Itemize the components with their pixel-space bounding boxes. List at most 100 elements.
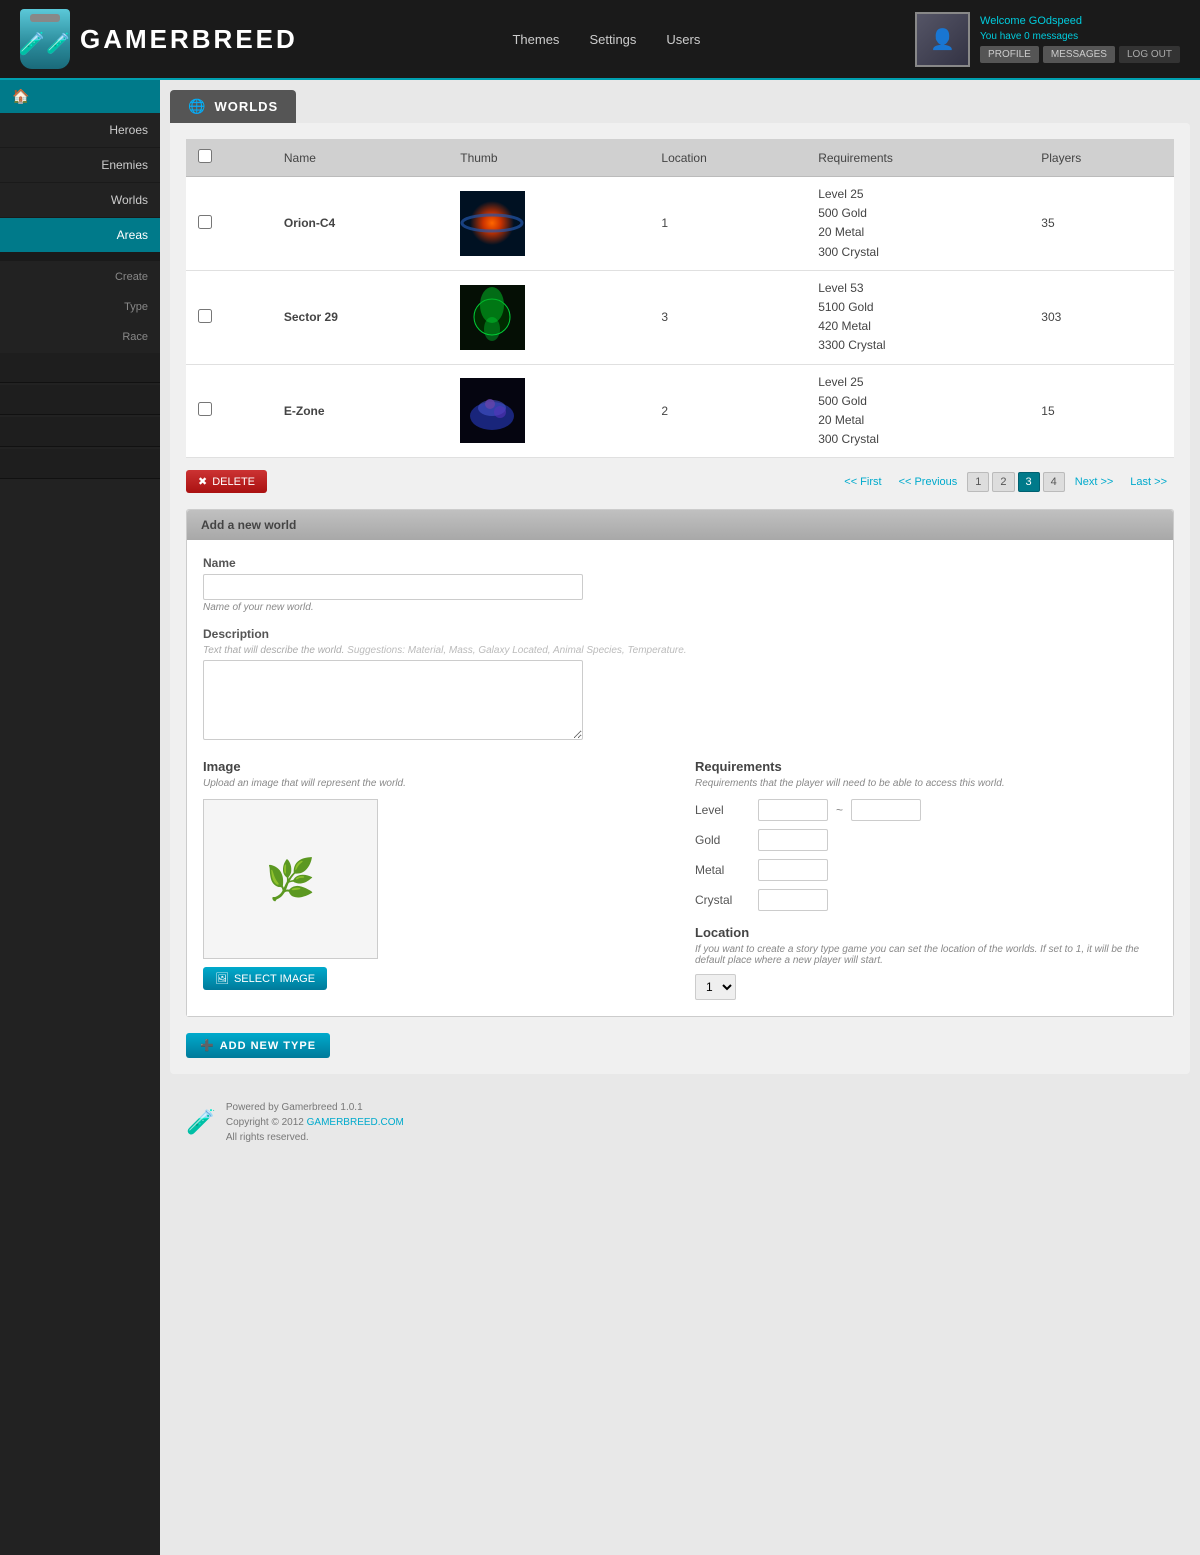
col-thumb: Thumb	[448, 139, 649, 177]
level-tilde: ~	[836, 803, 843, 817]
footer-brand-link[interactable]: GAMERBREED.COM	[307, 1117, 404, 1128]
footer-powered: Powered by Gamerbreed 1.0.1	[226, 1100, 404, 1115]
row-checkbox-2[interactable]	[198, 309, 212, 323]
page-first[interactable]: << First	[837, 473, 888, 491]
name-field-group: Name Name of your new world.	[203, 556, 1157, 613]
page-2[interactable]: 2	[992, 472, 1014, 492]
players-3: 15	[1029, 364, 1174, 458]
page-next[interactable]: Next >>	[1068, 473, 1121, 491]
metal-input[interactable]	[758, 859, 828, 881]
nav-settings[interactable]: Settings	[589, 32, 636, 47]
desc-textarea[interactable]	[203, 660, 583, 740]
nav-users[interactable]: Users	[666, 32, 700, 47]
desc-field-group: Description Text that will describe the …	[203, 627, 1157, 743]
sidebar-item-areas[interactable]: Areas	[0, 218, 160, 253]
image-label: Image	[203, 759, 665, 774]
page-1[interactable]: 1	[967, 472, 989, 492]
sidebar-item-heroes[interactable]: Heroes	[0, 113, 160, 148]
header: 🧪 GAMERBREED Themes Settings Users 👤 Wel…	[0, 0, 1200, 80]
main-content: 🌐 WORLDS Name Thumb Location Requirement…	[160, 80, 1200, 1555]
select-all-checkbox[interactable]	[198, 149, 212, 163]
page-last[interactable]: Last >>	[1123, 473, 1174, 491]
crystal-label: Crystal	[695, 893, 750, 907]
add-world-header: Add a new world	[187, 510, 1173, 540]
page-4[interactable]: 4	[1043, 472, 1065, 492]
req-col: Requirements Requirements that the playe…	[695, 759, 1157, 1000]
req-1: Level 25500 Gold20 Metal300 Crystal	[806, 177, 1029, 271]
content-area: Name Thumb Location Requirements Players…	[170, 123, 1190, 1074]
page-prev[interactable]: << Previous	[892, 473, 965, 491]
location-select[interactable]: 1 2 3	[695, 974, 736, 1000]
crystal-input[interactable]	[758, 889, 828, 911]
add-type-section: ➕ ADD NEW TYPE	[186, 1033, 1174, 1058]
sidebar-home[interactable]: 🏠	[0, 80, 160, 113]
desc-label: Description	[203, 627, 1157, 641]
user-info: Welcome GOdspeed You have 0 messages PRO…	[980, 15, 1180, 63]
col-requirements: Requirements	[806, 139, 1029, 177]
gold-input[interactable]	[758, 829, 828, 851]
row-checkbox-1[interactable]	[198, 215, 212, 229]
desc-hint: Text that will describe the world. Sugge…	[203, 645, 1157, 656]
image-upload-box: 🌿	[203, 799, 378, 959]
world-name-2: Sector 29	[272, 270, 448, 364]
logout-button[interactable]: LOG OUT	[1119, 46, 1180, 63]
nav-themes[interactable]: Themes	[512, 32, 559, 47]
delete-label: DELETE	[212, 476, 255, 488]
req-sublabel: Requirements that the player will need t…	[695, 778, 1157, 789]
messages-text: You have 0 messages	[980, 31, 1180, 42]
user-buttons: PROFILE MESSAGES LOG OUT	[980, 46, 1180, 63]
col-name: Name	[272, 139, 448, 177]
level-input-2[interactable]	[851, 799, 921, 821]
add-world-section: Add a new world Name Name of your new wo…	[186, 509, 1174, 1017]
sidebar-item-worlds[interactable]: Worlds	[0, 183, 160, 218]
metal-field: Metal	[695, 859, 1157, 881]
add-type-button[interactable]: ➕ ADD NEW TYPE	[186, 1033, 330, 1058]
req-2: Level 535100 Gold420 Metal3300 Crystal	[806, 270, 1029, 364]
world-name-1: Orion-C4	[272, 177, 448, 271]
welcome-text: Welcome GOdspeed	[980, 15, 1180, 27]
metal-label: Metal	[695, 863, 750, 877]
page-tab-label: WORLDS	[214, 99, 278, 114]
select-image-icon: 🖼	[215, 972, 229, 985]
thumb-orion	[460, 191, 525, 256]
location-hint: If you want to create a story type game …	[695, 944, 1157, 966]
name-input[interactable]	[203, 574, 583, 600]
col-location: Location	[649, 139, 806, 177]
profile-button[interactable]: PROFILE	[980, 46, 1039, 63]
add-type-icon: ➕	[200, 1039, 215, 1052]
row-checkbox-3[interactable]	[198, 402, 212, 416]
sidebar-placeholder-1	[0, 353, 160, 383]
form-two-col: Image Upload an image that will represen…	[203, 759, 1157, 1000]
location-section: Location If you want to create a story t…	[695, 925, 1157, 1000]
layout: 🏠 Heroes Enemies Worlds Areas Create Typ…	[0, 80, 1200, 1555]
select-image-button[interactable]: 🖼 SELECT IMAGE	[203, 967, 327, 990]
level-label: Level	[695, 803, 750, 817]
req-3: Level 25500 Gold20 Metal300 Crystal	[806, 364, 1029, 458]
worlds-tab-icon: 🌐	[188, 98, 206, 115]
home-icon: 🏠	[12, 88, 29, 105]
messages-button[interactable]: MESSAGES	[1043, 46, 1115, 63]
thumb-ezone	[460, 378, 525, 443]
level-input[interactable]	[758, 799, 828, 821]
world-name-3: E-Zone	[272, 364, 448, 458]
name-label: Name	[203, 556, 1157, 570]
pagination-bar: ✖ DELETE << First << Previous 1 2 3 4 Ne…	[186, 470, 1174, 493]
user-area: 👤 Welcome GOdspeed You have 0 messages P…	[915, 12, 1180, 67]
pagination: << First << Previous 1 2 3 4 Next >> Las…	[837, 472, 1174, 492]
avatar: 👤	[915, 12, 970, 67]
page-3[interactable]: 3	[1018, 472, 1040, 492]
table-row: E-Zone	[186, 364, 1174, 458]
delete-button[interactable]: ✖ DELETE	[186, 470, 267, 493]
footer-icon: 🧪	[186, 1108, 216, 1137]
level-field: Level ~	[695, 799, 1157, 821]
crystal-field: Crystal	[695, 889, 1157, 911]
sidebar-sub-race[interactable]: Race	[0, 321, 160, 351]
image-col: Image Upload an image that will represen…	[203, 759, 665, 1000]
image-sublabel: Upload an image that will represent the …	[203, 778, 665, 789]
sidebar-sub-create[interactable]: Create	[0, 261, 160, 291]
footer-copyright: Copyright © 2012 GAMERBREED.COM	[226, 1115, 404, 1130]
sidebar-item-enemies[interactable]: Enemies	[0, 148, 160, 183]
delete-icon: ✖	[198, 475, 207, 488]
sidebar-sub-type[interactable]: Type	[0, 291, 160, 321]
thumb-cell-2	[448, 270, 649, 364]
